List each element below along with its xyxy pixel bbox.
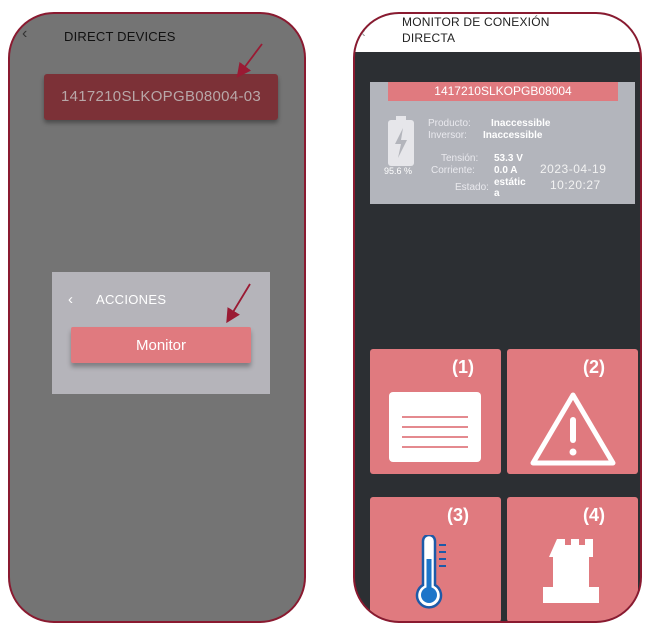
annotation-arrows <box>226 43 263 324</box>
arrow-to-device-card <box>236 43 263 78</box>
arrow-to-monitor-button <box>226 283 251 324</box>
